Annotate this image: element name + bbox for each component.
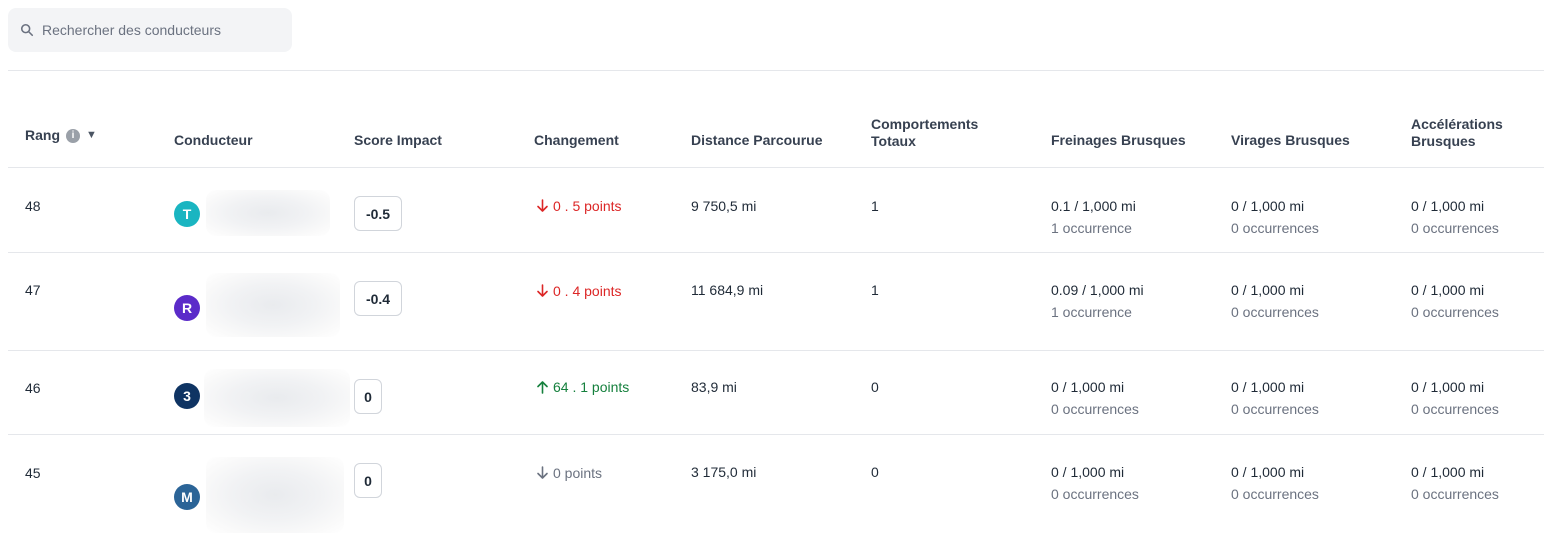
driver-name-blurred (206, 457, 344, 533)
avatar: T (174, 201, 200, 227)
header-freinages[interactable]: Freinages Brusques (1051, 132, 1186, 149)
arrow-down-icon (537, 466, 548, 479)
header-rang-label: Rang (25, 127, 60, 143)
rang-cell: 45 (25, 465, 41, 481)
arrow-up-icon (537, 381, 548, 394)
header-accelerations[interactable]: Accélérations Brusques (1411, 116, 1503, 150)
score-impact-badge: 0 (354, 463, 382, 498)
header-rang[interactable]: Rang i ▼ (25, 127, 97, 144)
distance-cell: 11 684,9 mi (691, 282, 764, 298)
rang-cell: 46 (25, 380, 41, 396)
virages-cell: 0 / 1,000 mi 0 occurrences (1231, 464, 1319, 502)
arrow-down-icon (537, 284, 548, 297)
accelerations-cell: 0 / 1,000 mi 0 occurrences (1411, 379, 1499, 417)
distance-cell: 9 750,5 mi (691, 198, 757, 214)
avatar: 3 (174, 383, 200, 409)
comportements-cell: 0 (871, 379, 879, 395)
arrow-down-icon (537, 199, 548, 212)
freinages-cell: 0 / 1,000 mi 0 occurrences (1051, 379, 1139, 417)
table-row[interactable]: 47 R -0.4 0 . 4 points 11 684,9 mi 1 0.0… (8, 253, 1544, 351)
distance-cell: 83,9 mi (691, 379, 737, 395)
header-conducteur[interactable]: Conducteur (174, 132, 253, 149)
search-icon (20, 23, 34, 37)
rang-cell: 48 (25, 198, 41, 214)
virages-cell: 0 / 1,000 mi 0 occurrences (1231, 198, 1319, 236)
change-indicator: 64 . 1 points (536, 379, 629, 395)
accelerations-cell: 0 / 1,000 mi 0 occurrences (1411, 464, 1499, 502)
drivers-table: Rang i ▼ Conducteur Score Impact Changem… (8, 100, 1544, 539)
driver-name-blurred (206, 273, 340, 337)
change-indicator: 0 . 5 points (536, 198, 622, 214)
comportements-cell: 1 (871, 282, 879, 298)
rang-cell: 47 (25, 282, 41, 298)
table-row[interactable]: 45 M 0 0 points 3 175,0 mi 0 0 / 1,000 m… (8, 435, 1544, 539)
divider (8, 70, 1544, 71)
driver-name-blurred (206, 190, 330, 236)
change-indicator: 0 points (536, 465, 602, 481)
accelerations-cell: 0 / 1,000 mi 0 occurrences (1411, 198, 1499, 236)
virages-cell: 0 / 1,000 mi 0 occurrences (1231, 379, 1319, 417)
driver-name-blurred (204, 369, 350, 427)
freinages-cell: 0.1 / 1,000 mi 1 occurrence (1051, 198, 1136, 236)
score-impact-badge: -0.5 (354, 196, 402, 231)
header-score-impact[interactable]: Score Impact (354, 132, 442, 149)
avatar: R (174, 295, 200, 321)
change-indicator: 0 . 4 points (536, 283, 622, 299)
info-icon[interactable]: i (66, 128, 80, 143)
table-header: Rang i ▼ Conducteur Score Impact Changem… (8, 100, 1544, 168)
distance-cell: 3 175,0 mi (691, 464, 757, 480)
score-impact-badge: 0 (354, 379, 382, 414)
table-row[interactable]: 46 3 0 64 . 1 points 83,9 mi 0 0 / 1,000… (8, 351, 1544, 435)
sort-desc-icon[interactable]: ▼ (86, 127, 97, 144)
freinages-cell: 0 / 1,000 mi 0 occurrences (1051, 464, 1139, 502)
header-comportements[interactable]: Comportements Totaux (871, 116, 978, 150)
header-virages[interactable]: Virages Brusques (1231, 132, 1350, 149)
header-changement[interactable]: Changement (534, 132, 619, 149)
accelerations-cell: 0 / 1,000 mi 0 occurrences (1411, 282, 1499, 320)
comportements-cell: 0 (871, 464, 879, 480)
avatar: M (174, 484, 200, 510)
search-box[interactable] (8, 8, 292, 52)
search-input[interactable] (42, 22, 282, 38)
header-distance[interactable]: Distance Parcourue (691, 132, 823, 149)
table-row[interactable]: 48 T -0.5 0 . 5 points 9 750,5 mi 1 0.1 … (8, 168, 1544, 253)
virages-cell: 0 / 1,000 mi 0 occurrences (1231, 282, 1319, 320)
score-impact-badge: -0.4 (354, 281, 402, 316)
freinages-cell: 0.09 / 1,000 mi 1 occurrence (1051, 282, 1144, 320)
comportements-cell: 1 (871, 198, 879, 214)
